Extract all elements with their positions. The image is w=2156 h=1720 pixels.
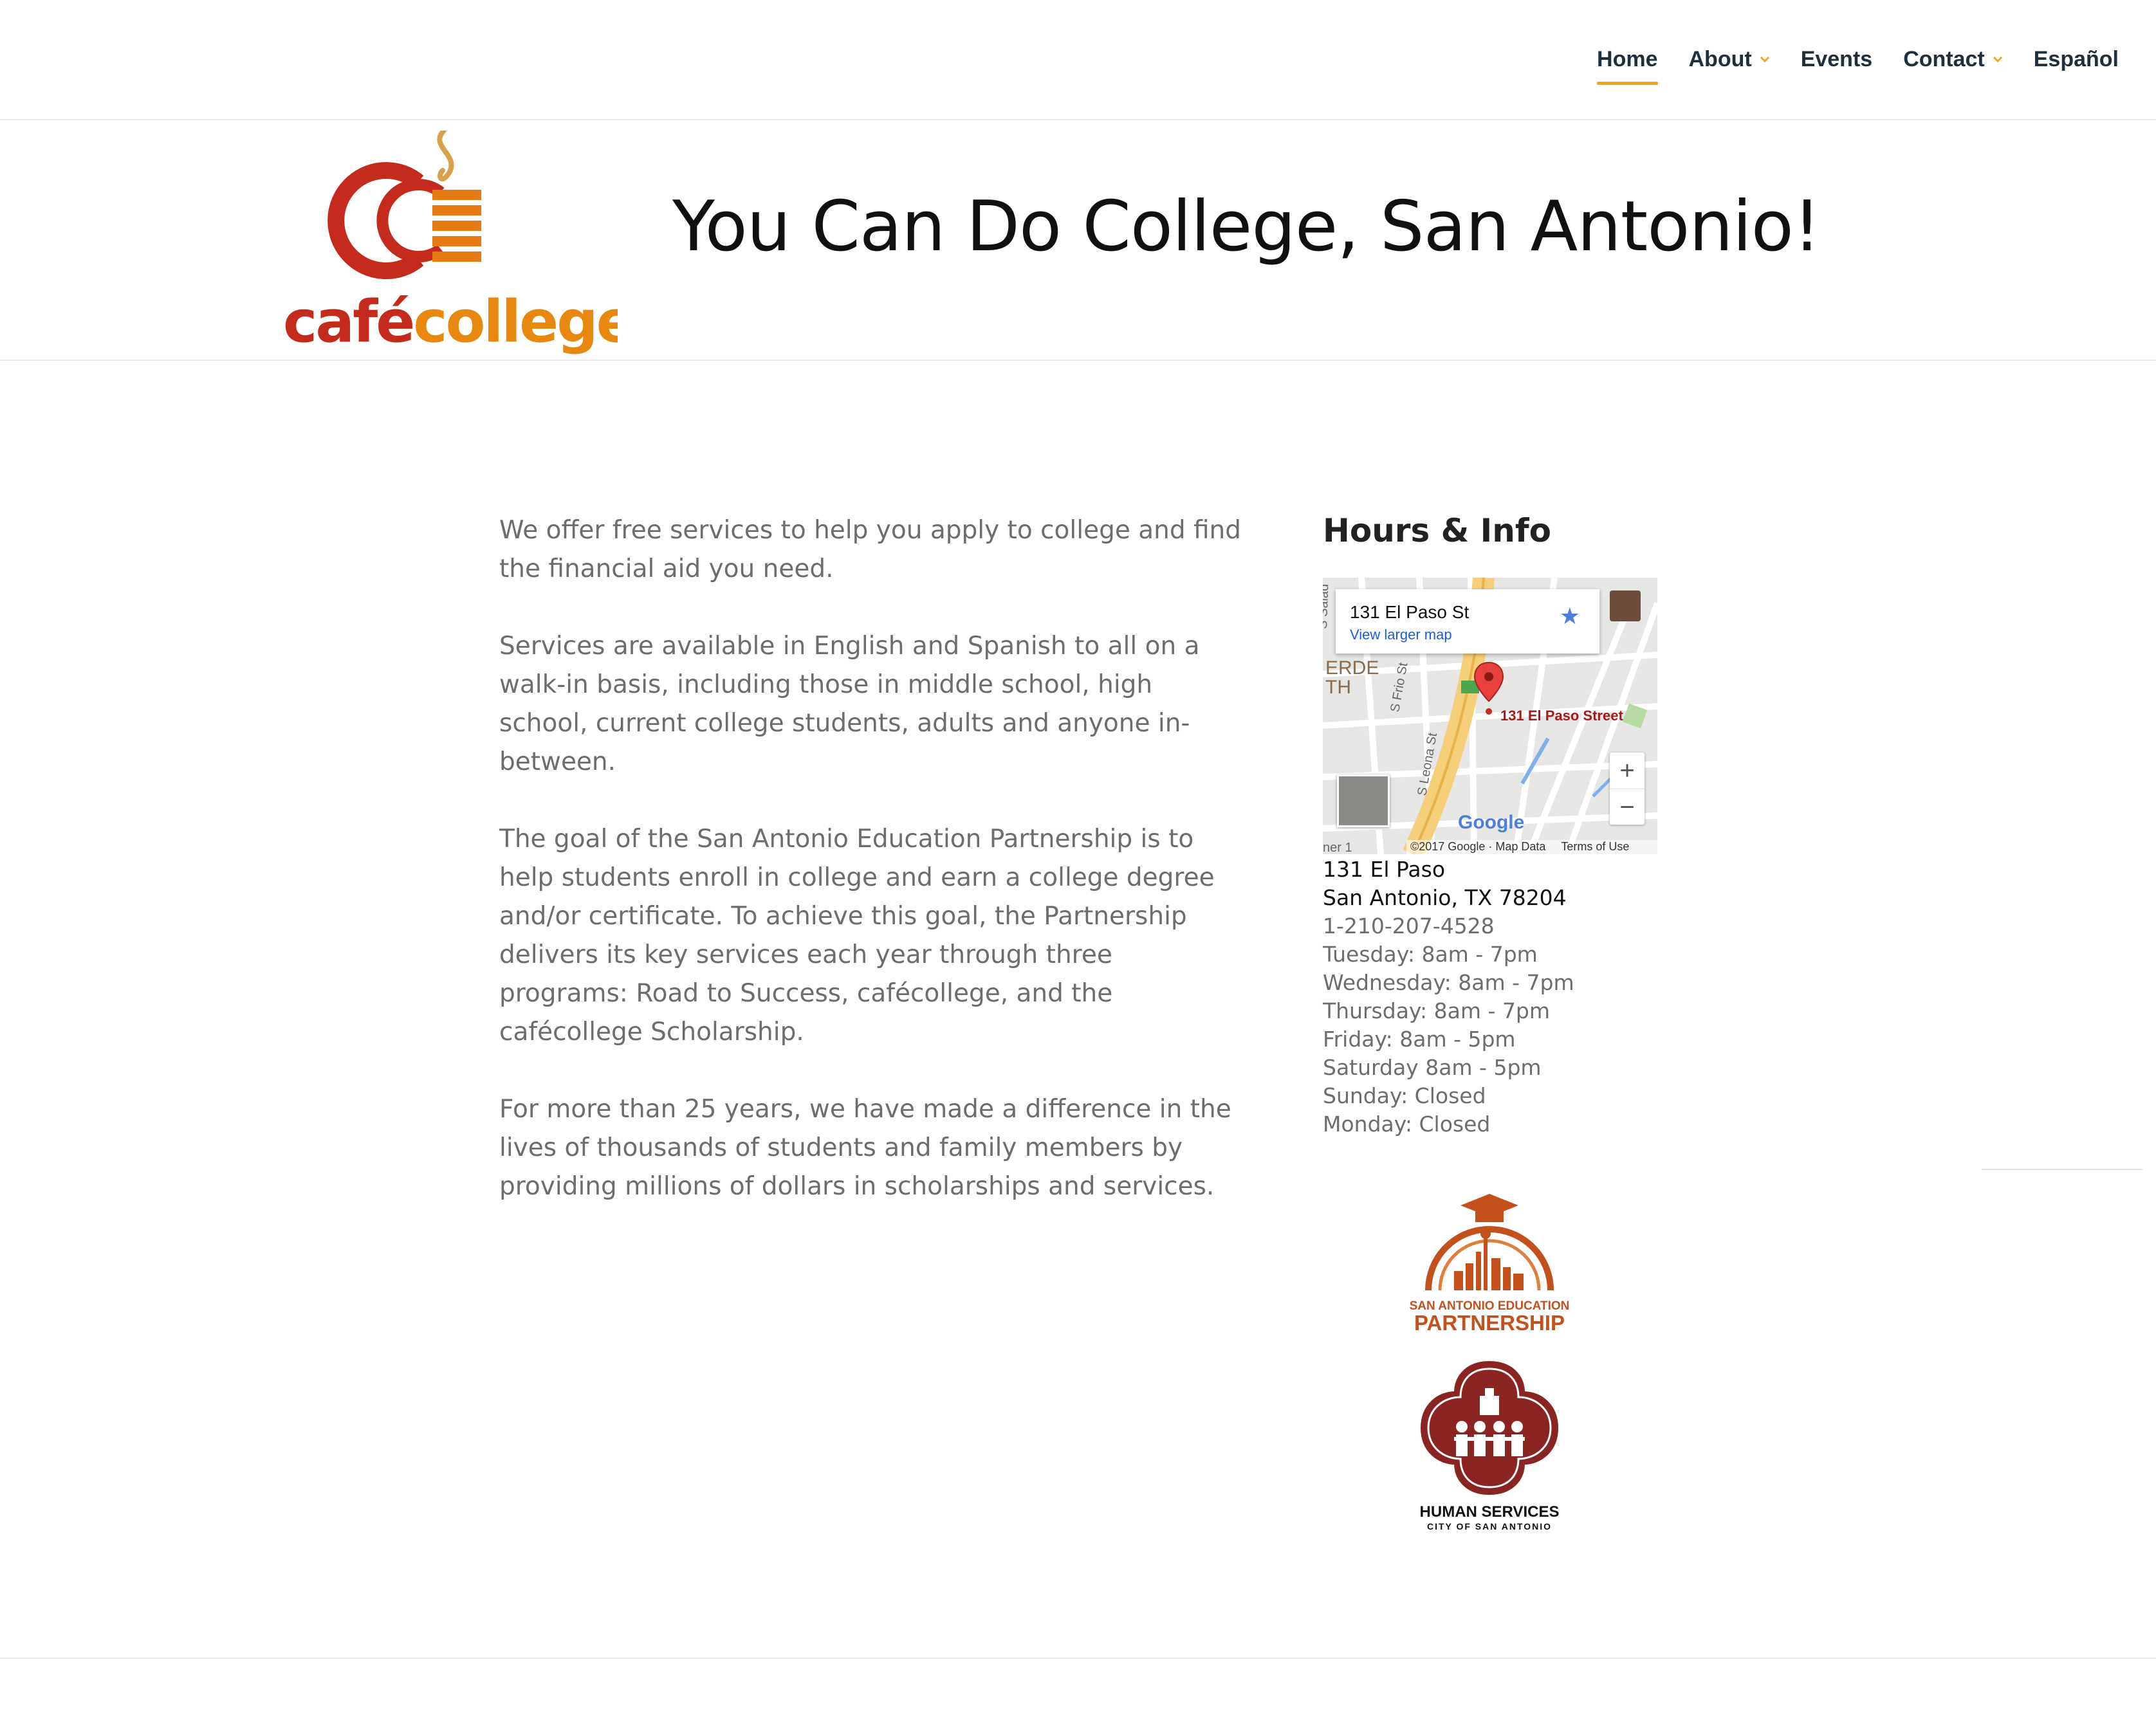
logo-wordmark-college: college — [413, 288, 618, 356]
map-terms-link[interactable]: Terms of Use — [1561, 840, 1629, 854]
svg-text:ner 1: ner 1 — [1323, 841, 1352, 854]
goal-paragraph: The goal of the San Antonio Education Pa… — [499, 825, 1215, 1047]
main-content: We offer free services to help you apply… — [499, 511, 1247, 1245]
human-services-logo[interactable]: HUMAN SERVICES CITY OF SAN ANTONIO — [1415, 1357, 1563, 1534]
hours-friday: Friday: 8am - 5pm — [1323, 1027, 1516, 1052]
chevron-down-icon — [1993, 56, 2002, 63]
google-logo: Google — [1458, 812, 1525, 833]
google-map[interactable]: ERDE TH S Frio St S Leona St S Salad ner… — [1323, 578, 1657, 854]
intro-paragraph: We offer free services to help you apply… — [499, 516, 1242, 583]
cup-stripe — [432, 190, 481, 200]
zoom-out-button[interactable]: − — [1610, 789, 1645, 825]
saep-line-2: PARTNERSHIP — [1414, 1311, 1565, 1335]
sidebar-title: Hours & Info — [1323, 512, 1551, 549]
satellite-toggle[interactable] — [1337, 774, 1390, 827]
history-paragraph: For more than 25 years, we have made a d… — [499, 1095, 1231, 1201]
footer-divider — [0, 1658, 2156, 1659]
map-place-card: 131 El Paso St View larger map ★ — [1336, 589, 1599, 654]
map-zoom-control: + − — [1610, 753, 1645, 825]
services-paragraph: Services are available in English and Sp… — [499, 632, 1200, 776]
top-navigation: Home About Events Contact Español — [0, 0, 2156, 120]
phone-number[interactable]: 1-210-207-4528 — [1323, 912, 1683, 940]
nav-item-espanol[interactable]: Español — [2034, 40, 2119, 78]
svg-text:TH: TH — [1325, 677, 1351, 698]
nav-item-contact[interactable]: Contact — [1903, 40, 2003, 78]
cup-stripe — [432, 236, 481, 246]
nav-home-label: Home — [1597, 46, 1658, 71]
cup-stripe — [432, 221, 481, 231]
nav-espanol-label: Español — [2033, 46, 2119, 71]
hours-saturday: Saturday 8am - 5pm — [1323, 1055, 1542, 1080]
zoom-in-button[interactable]: + — [1610, 753, 1645, 789]
divider — [1982, 1169, 2142, 1170]
address-line-1: 131 El Paso — [1323, 857, 1446, 882]
sidebar: Hours & Info ERDE TH S Frio St S Leona S… — [1323, 508, 1683, 1139]
contact-info: 131 El Paso San Antonio, TX 78204 1-210-… — [1323, 855, 1683, 1139]
nav-item-about[interactable]: About — [1689, 40, 1770, 78]
cup-c-inner — [376, 179, 445, 262]
hours-thursday: Thursday: 8am - 7pm — [1323, 998, 1550, 1023]
nav-events-label: Events — [1800, 46, 1873, 71]
nav-item-home[interactable]: Home — [1597, 40, 1658, 85]
hours-tuesday: Tuesday: 8am - 7pm — [1323, 942, 1538, 967]
user-avatar[interactable] — [1610, 590, 1641, 621]
view-larger-map-link[interactable]: View larger map — [1350, 627, 1452, 643]
hours-wednesday: Wednesday: 8am - 7pm — [1323, 970, 1574, 995]
cup-stripe — [432, 205, 481, 215]
address-line-2: San Antonio, TX 78204 — [1323, 885, 1567, 910]
map-pin-label: 131 El Paso Street — [1500, 708, 1623, 724]
logo-wordmark-cafe: café — [283, 288, 413, 356]
hs-line-2: CITY OF SAN ANTONIO — [1427, 1521, 1552, 1532]
sa-education-partnership-logo[interactable]: SAN ANTONIO EDUCATION PARTNERSHIP — [1409, 1194, 1570, 1335]
steam-icon — [437, 131, 454, 181]
cup-stripe — [432, 252, 481, 262]
svg-text:ERDE: ERDE — [1325, 657, 1379, 679]
page-tagline: You Can Do College, San Antonio! — [672, 187, 1821, 267]
nav-contact-label: Contact — [1903, 46, 1985, 71]
hours-monday: Monday: Closed — [1323, 1112, 1491, 1137]
star-icon[interactable]: ★ — [1560, 603, 1580, 630]
nav-item-events[interactable]: Events — [1801, 40, 1873, 78]
cafecollege-logo[interactable]: cafécollege — [283, 131, 618, 356]
hours-sunday: Sunday: Closed — [1323, 1083, 1486, 1108]
logo-wordmark: cafécollege — [283, 288, 618, 356]
hs-line-1: HUMAN SERVICES — [1420, 1503, 1560, 1521]
nav-about-label: About — [1688, 46, 1752, 71]
map-place-title: 131 El Paso St — [1350, 602, 1470, 622]
chevron-down-icon — [1760, 56, 1769, 63]
map-attribution: ©2017 Google · Map Data Terms of Use — [1406, 840, 1657, 854]
nav-menu: Home About Events Contact Español — [1566, 40, 2119, 85]
map-copyright: ©2017 Google · Map Data — [1410, 840, 1546, 853]
